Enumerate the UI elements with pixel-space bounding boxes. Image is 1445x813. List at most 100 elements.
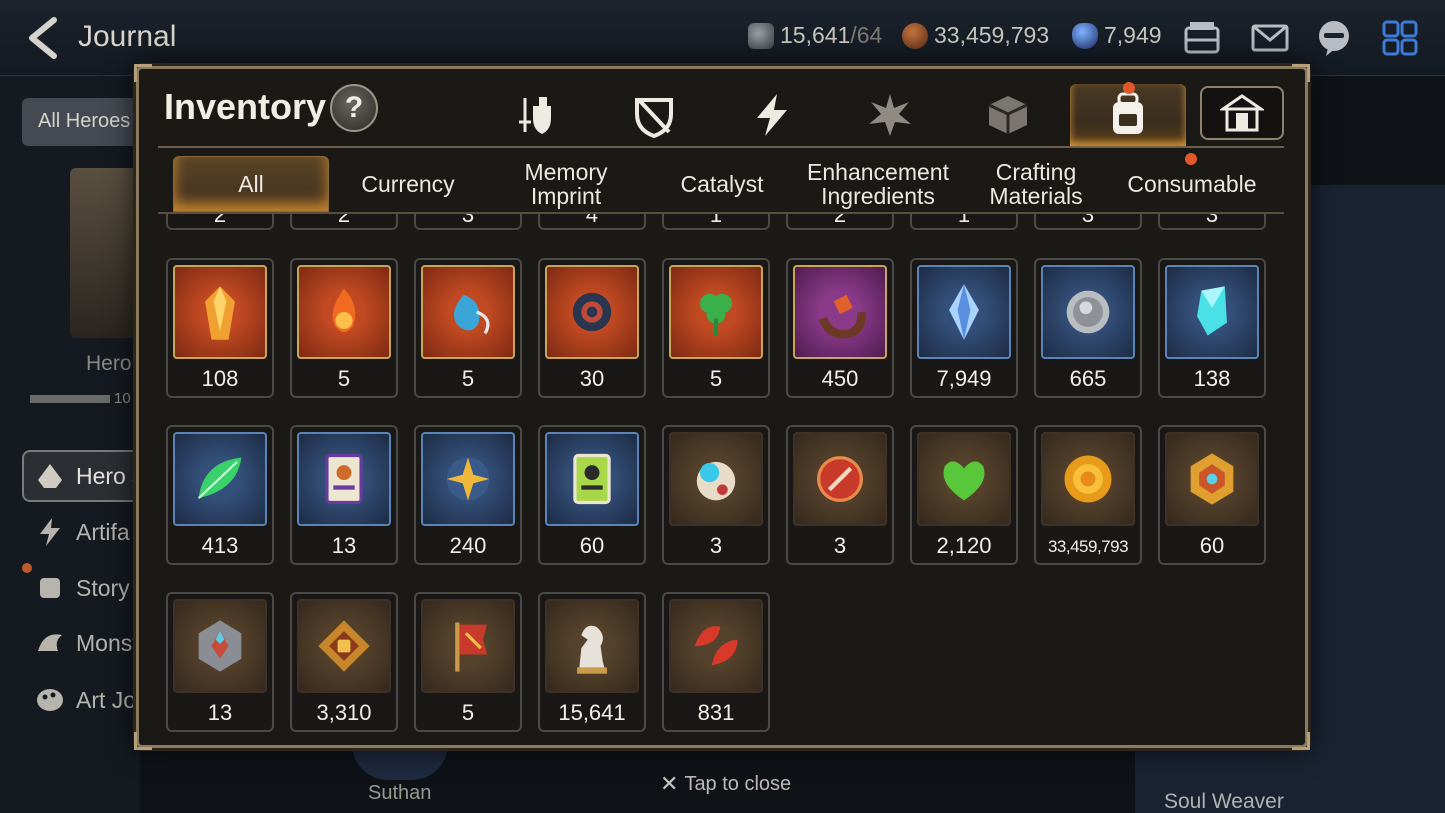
sidebar-item-art-journal[interactable]: Art Jo — [34, 684, 136, 716]
spirit-burst-icon — [869, 94, 911, 136]
item-quantity: 5 — [461, 700, 475, 725]
item-slot[interactable]: 240 — [414, 425, 522, 565]
subtab-catalyst[interactable]: Catalyst — [644, 156, 800, 212]
class-label: Soul Weaver — [1164, 790, 1284, 813]
item-quantity: 3 — [1081, 214, 1095, 227]
item-slot-partial[interactable]: 3 — [1034, 214, 1142, 230]
item-quantity: 240 — [449, 533, 487, 558]
tab-artifact[interactable] — [596, 84, 712, 146]
item-slot[interactable]: 33,459,793 — [1034, 425, 1142, 565]
item-icon-frame — [173, 432, 267, 526]
gold-display[interactable]: 33,459,793 — [902, 22, 1049, 49]
item-slot-partial[interactable]: 1 — [662, 214, 770, 230]
item-slot-partial[interactable]: 3 — [414, 214, 522, 230]
dragon-icon — [38, 634, 62, 651]
moon-charm-icon — [572, 292, 612, 332]
sidebar-item-story[interactable]: Story — [34, 572, 130, 604]
tap-to-close[interactable]: ✕ Tap to close — [660, 771, 791, 797]
sidebar-item-artifact[interactable]: Artifa — [34, 516, 130, 548]
subtab-crafting-materials[interactable]: Crafting Materials — [958, 156, 1114, 212]
summon-card-icon — [325, 453, 363, 505]
item-icon-frame — [793, 265, 887, 359]
stamina-max: /64 — [850, 22, 883, 48]
subtab-all[interactable]: All — [173, 156, 329, 212]
item-slot[interactable]: 15,641 — [538, 592, 646, 732]
item-slot-partial[interactable]: 2 — [290, 214, 398, 230]
item-quantity: 5 — [337, 366, 351, 391]
item-slot[interactable]: 30 — [538, 258, 646, 398]
subtab-memory-imprint[interactable]: Memory Imprint — [488, 156, 644, 212]
item-slot[interactable]: 7,949 — [910, 258, 1018, 398]
item-slot-partial[interactable]: 4 — [538, 214, 646, 230]
cube-icon — [988, 96, 1028, 134]
item-slot[interactable]: 3 — [662, 425, 770, 565]
item-quantity: 5 — [461, 366, 475, 391]
item-slot-partial[interactable]: 1 — [910, 214, 1018, 230]
shop-icon[interactable] — [1182, 18, 1222, 58]
broken-shield-icon — [635, 98, 673, 138]
tab-material[interactable] — [950, 84, 1066, 146]
sidebar-item-label: Hero J — [76, 462, 144, 489]
backpack-icon — [1113, 92, 1143, 134]
item-slot[interactable]: 5 — [662, 258, 770, 398]
item-slot[interactable]: 413 — [166, 425, 274, 565]
fire-charm-icon — [332, 288, 356, 333]
item-slot[interactable]: 5 — [290, 258, 398, 398]
gold-coin-icon — [1064, 455, 1112, 503]
item-slot[interactable]: 5 — [414, 592, 522, 732]
back-arrow-icon[interactable] — [22, 14, 62, 62]
item-quantity: 108 — [201, 366, 239, 391]
item-quantity: 1 — [957, 214, 971, 227]
storage-button[interactable] — [1200, 86, 1284, 140]
item-slot[interactable]: 665 — [1034, 258, 1142, 398]
item-slot[interactable]: 831 — [662, 592, 770, 732]
crystal-display[interactable]: 7,949 — [1072, 22, 1162, 49]
subtab-currency[interactable]: Currency — [330, 156, 486, 212]
tab-energy[interactable] — [714, 84, 830, 146]
item-slot[interactable]: 2,120 — [910, 425, 1018, 565]
blue-crystal-icon — [949, 284, 979, 340]
close-icon: ✕ — [660, 771, 679, 796]
scroll-icon — [40, 578, 60, 598]
item-slot[interactable]: 3,310 — [290, 592, 398, 732]
item-icon-frame — [793, 432, 887, 526]
item-slot-partial[interactable]: 2 — [166, 214, 274, 230]
item-slot[interactable]: 13 — [290, 425, 398, 565]
help-button[interactable]: ? — [330, 84, 378, 132]
item-slot[interactable]: 108 — [166, 258, 274, 398]
item-slot-partial[interactable]: 3 — [1158, 214, 1266, 230]
item-slot[interactable]: 138 — [1158, 258, 1266, 398]
green-leaf-icon — [197, 457, 242, 499]
item-slot[interactable]: 3 — [786, 425, 894, 565]
notification-dot — [22, 563, 32, 573]
hero-name: Suthan — [368, 782, 432, 804]
sidebar-item-hero-journal[interactable]: Hero J — [22, 450, 152, 502]
stamina-display[interactable]: 15,641 /64 — [748, 22, 882, 49]
item-slot[interactable]: 60 — [538, 425, 646, 565]
stamina-icon — [748, 22, 774, 49]
item-quantity: 3 — [1205, 214, 1219, 227]
cyan-crystal-icon — [1197, 286, 1227, 336]
chat-icon[interactable] — [1314, 18, 1354, 58]
water-charm-icon — [453, 294, 490, 335]
mail-icon[interactable] — [1250, 18, 1290, 58]
lightning-icon — [40, 518, 60, 546]
item-slot[interactable]: 13 — [166, 592, 274, 732]
item-slot-partial[interactable]: 2 — [786, 214, 894, 230]
menu-grid-icon[interactable] — [1380, 18, 1420, 58]
crystal-value: 7,949 — [1104, 22, 1162, 48]
item-slot[interactable]: 5 — [414, 258, 522, 398]
stone-cube-icon — [198, 620, 242, 672]
item-quantity: 2 — [833, 214, 847, 227]
item-icon-frame — [545, 432, 639, 526]
item-slot[interactable]: 450 — [786, 258, 894, 398]
subtab-enhancement-ingredients[interactable]: Enhancement Ingredients — [800, 156, 956, 212]
item-quantity: 30 — [579, 366, 605, 391]
tab-equipment[interactable] — [478, 84, 594, 146]
item-slot[interactable]: 60 — [1158, 425, 1266, 565]
flame-crystal-icon — [205, 286, 235, 340]
silver-coin-icon — [1066, 290, 1110, 334]
item-icon-frame — [421, 432, 515, 526]
tab-spirit[interactable] — [832, 84, 948, 146]
sidebar-item-monster[interactable]: Monst — [34, 627, 139, 659]
